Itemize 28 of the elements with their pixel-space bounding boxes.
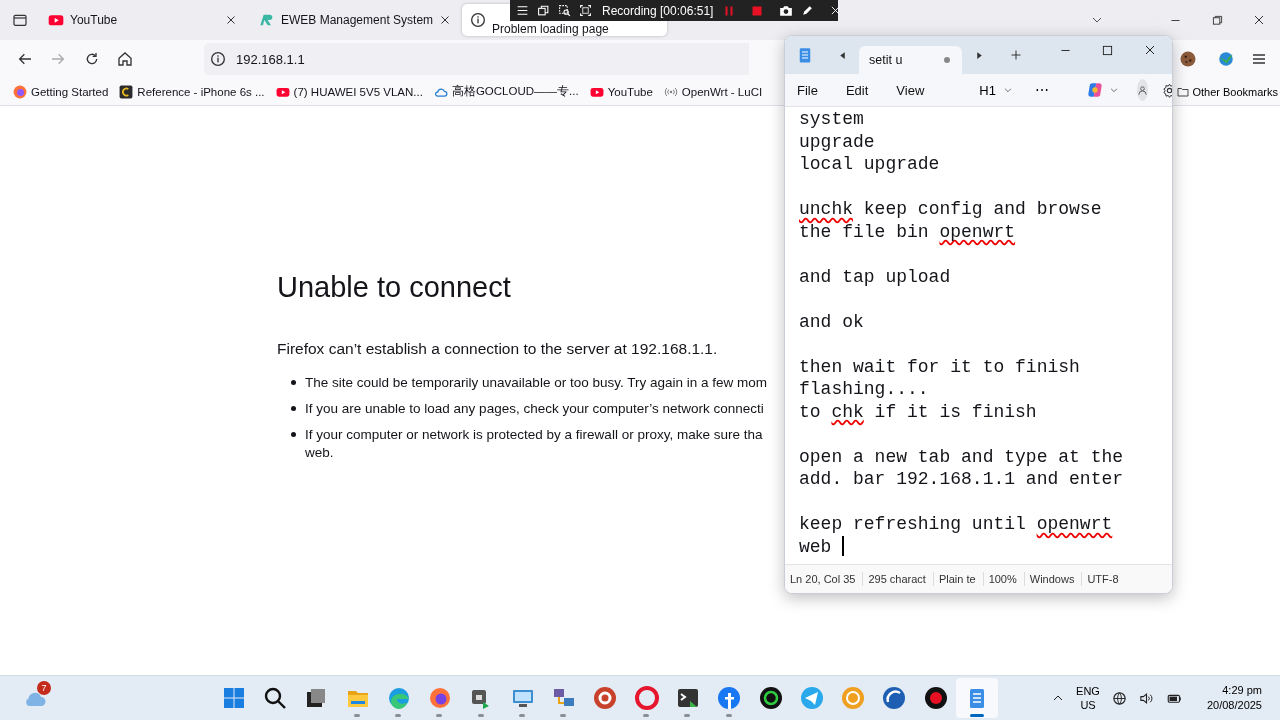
text-line: system (799, 108, 864, 131)
text-line: to chk if it is finish (799, 400, 1037, 423)
status-item: Ln 20, Col 35 (785, 572, 864, 586)
recording-timer: Recording [00:06:51] (602, 3, 714, 18)
text-line: web (799, 535, 844, 558)
text-line: the file bin openwrt (799, 220, 1016, 243)
text-line: local upgrade (799, 153, 940, 176)
text-line: open a new tab and type at the (799, 445, 1124, 468)
text-line: add. bar 192.168.1.1 and enter (799, 468, 1124, 491)
error-title: Unable to connect (277, 271, 511, 304)
text-line: then wait for it to finish (799, 355, 1080, 378)
error-message: Firefox can’t establish a connection to the server at 192.168.1.1. (277, 340, 718, 358)
status-item: 295 charact (863, 572, 934, 586)
notification-badge: 7 (37, 681, 51, 695)
status-item: UTF-8 (1086, 572, 1120, 586)
text-line: and ok (799, 310, 864, 333)
bullet-text: web. (305, 444, 334, 462)
bullet-text: If your computer or network is protected by a firewall or proxy, make sure tha (305, 426, 763, 444)
status-item: Plain te (933, 572, 984, 586)
bullet-text: If you are unable to load any pages, check your computer’s network connecti (305, 400, 764, 418)
text-line: and tap upload (799, 265, 951, 288)
status-item: Windows (1024, 572, 1083, 586)
text-line: flashing.... (799, 378, 929, 401)
text-line: keep refreshing until openwrt (799, 513, 1113, 536)
status-item: 100% (983, 572, 1025, 586)
text-line: unchk keep config and browse (799, 198, 1102, 221)
text-line: upgrade (799, 130, 875, 153)
bullet-text: The site could be temporarily unavailable or too busy. Try again in a few mom (305, 374, 767, 392)
